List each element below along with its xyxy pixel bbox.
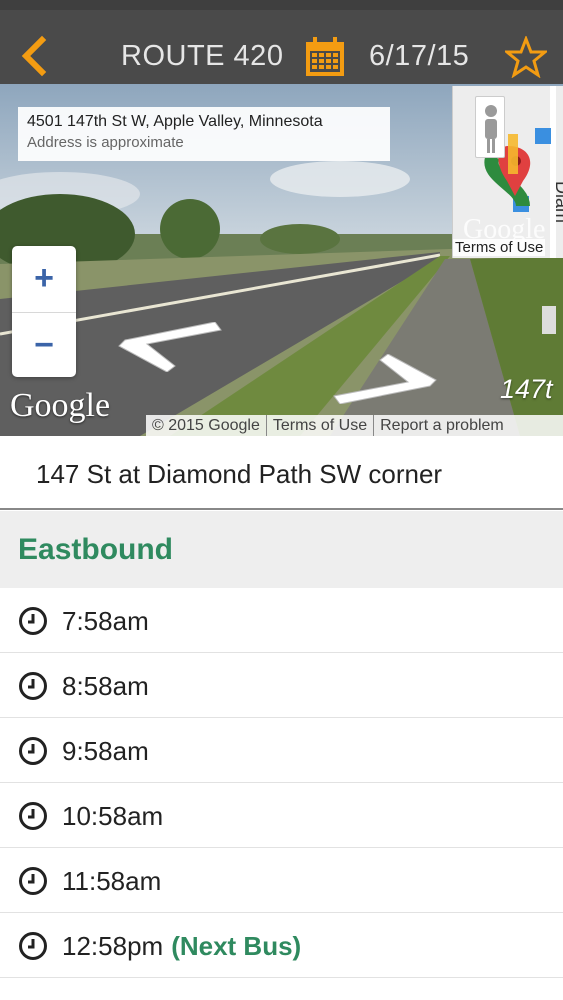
- direction-header: Eastbound: [0, 511, 563, 588]
- departure-list: 7:58am 8:58am 9:58am 10:58am 11:58am 12:…: [0, 588, 563, 978]
- favorite-button[interactable]: [502, 34, 550, 79]
- clock-icon: [19, 867, 47, 895]
- departure-row[interactable]: 10:58am: [0, 783, 563, 848]
- back-button[interactable]: [12, 30, 56, 84]
- calendar-button[interactable]: [302, 34, 348, 80]
- departure-time: 11:58am: [62, 866, 162, 896]
- departure-row[interactable]: 11:58am: [0, 848, 563, 913]
- mini-map-street-label: Diam: [552, 181, 563, 224]
- street-view-arrow-back[interactable]: [115, 322, 225, 372]
- stop-name-bar: 147 St at Diamond Path SW corner: [0, 436, 563, 510]
- departure-time: 12:58pm (Next Bus): [62, 931, 302, 961]
- map-attribution: © 2015 Google Terms of Use Report a prob…: [146, 415, 563, 436]
- mini-map-terms-link[interactable]: Terms of Use: [453, 239, 546, 256]
- pegman-button[interactable]: [475, 96, 505, 158]
- next-bus-tag: (Next Bus): [171, 931, 302, 961]
- zoom-out-button[interactable]: −: [12, 312, 76, 377]
- departure-time: 7:58am: [62, 606, 149, 636]
- road-label: 147t: [500, 374, 553, 404]
- clock-icon: [19, 737, 47, 765]
- route-title: ROUTE 420: [121, 40, 284, 72]
- direction-label: Eastbound: [18, 533, 173, 566]
- street-view-arrow-forward[interactable]: [330, 354, 440, 404]
- clock-icon: [19, 607, 47, 635]
- street-view-panel[interactable]: 4501 147th St W, Apple Valley, Minnesota…: [0, 84, 563, 436]
- departure-time: 10:58am: [62, 801, 164, 831]
- address-note: Address is approximate: [27, 134, 184, 151]
- departure-time: 9:58am: [62, 736, 149, 766]
- schedule-date: 6/17/15: [369, 40, 470, 72]
- calendar-icon: [306, 37, 344, 76]
- departure-row[interactable]: 12:58pm (Next Bus): [0, 913, 563, 978]
- copyright-text: © 2015 Google: [152, 417, 260, 434]
- report-problem-link[interactable]: Report a problem: [373, 415, 510, 436]
- clock-icon: [19, 932, 47, 960]
- departure-row[interactable]: 7:58am: [0, 588, 563, 653]
- stop-name: 147 St at Diamond Path SW corner: [36, 459, 443, 489]
- chevron-left-icon: [21, 35, 47, 77]
- address-text: 4501 147th St W, Apple Valley, Minnesota: [27, 113, 323, 130]
- mini-map[interactable]: Diam Google Terms of Use: [452, 86, 563, 258]
- zoom-control: + −: [12, 246, 76, 377]
- status-strip: [0, 0, 563, 10]
- zoom-in-button[interactable]: +: [12, 246, 76, 311]
- departure-row[interactable]: 9:58am: [0, 718, 563, 783]
- clock-icon: [19, 672, 47, 700]
- clock-icon: [19, 802, 47, 830]
- departure-time: 8:58am: [62, 671, 149, 701]
- top-bar: ROUTE 420 6/17/15: [0, 0, 563, 84]
- google-logo: Google: [10, 387, 111, 424]
- address-card: 4501 147th St W, Apple Valley, Minnesota…: [18, 107, 390, 161]
- departure-row[interactable]: 8:58am: [0, 653, 563, 718]
- star-outline-icon: [502, 34, 550, 79]
- pegman-icon: [485, 105, 497, 153]
- terms-of-use-link[interactable]: Terms of Use: [265, 415, 373, 436]
